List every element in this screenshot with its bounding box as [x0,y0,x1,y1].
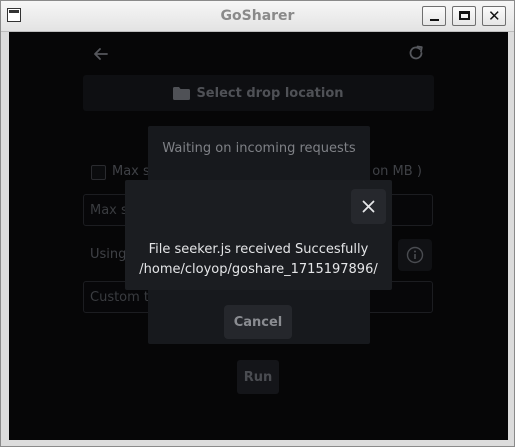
minimize-icon [430,19,439,21]
close-window-button[interactable]: ✕ [482,6,506,26]
arrow-left-icon[interactable] [91,44,111,64]
using-label: Using [90,247,127,262]
folder-icon [173,86,191,100]
minimize-button[interactable] [422,6,446,26]
max-size-checkbox[interactable] [91,165,106,180]
run-button[interactable]: Run [237,360,279,394]
info-button[interactable] [398,239,432,271]
select-drop-location-button[interactable]: Select drop location [83,75,434,111]
maximize-button[interactable] [452,6,476,26]
title-bar[interactable]: GoSharer ✕ [1,1,514,32]
info-icon [406,246,424,264]
app-content: Select drop location Max s t on MB ) Max… [9,32,508,440]
app-window: GoSharer ✕ Select drop location Max s t … [0,0,515,447]
close-icon: ✕ [488,7,501,25]
refresh-icon[interactable] [407,44,425,62]
success-dialog: File seeker.js received Succesfully /hom… [125,180,392,290]
waiting-dialog-title: Waiting on incoming requests [162,141,356,156]
drop-location-label: Select drop location [196,85,344,101]
success-message-line1: File seeker.js received Succesfully [148,242,369,257]
max-size-label-end: t on MB ) [363,164,422,179]
cancel-button[interactable]: Cancel [224,305,292,339]
success-message-line2: /home/cloyop/goshare_1715197896/ [139,262,378,277]
max-size-label-start: Max s [112,164,150,179]
maximize-icon [459,11,470,20]
close-dialog-button[interactable] [351,189,386,224]
close-icon [362,200,375,213]
